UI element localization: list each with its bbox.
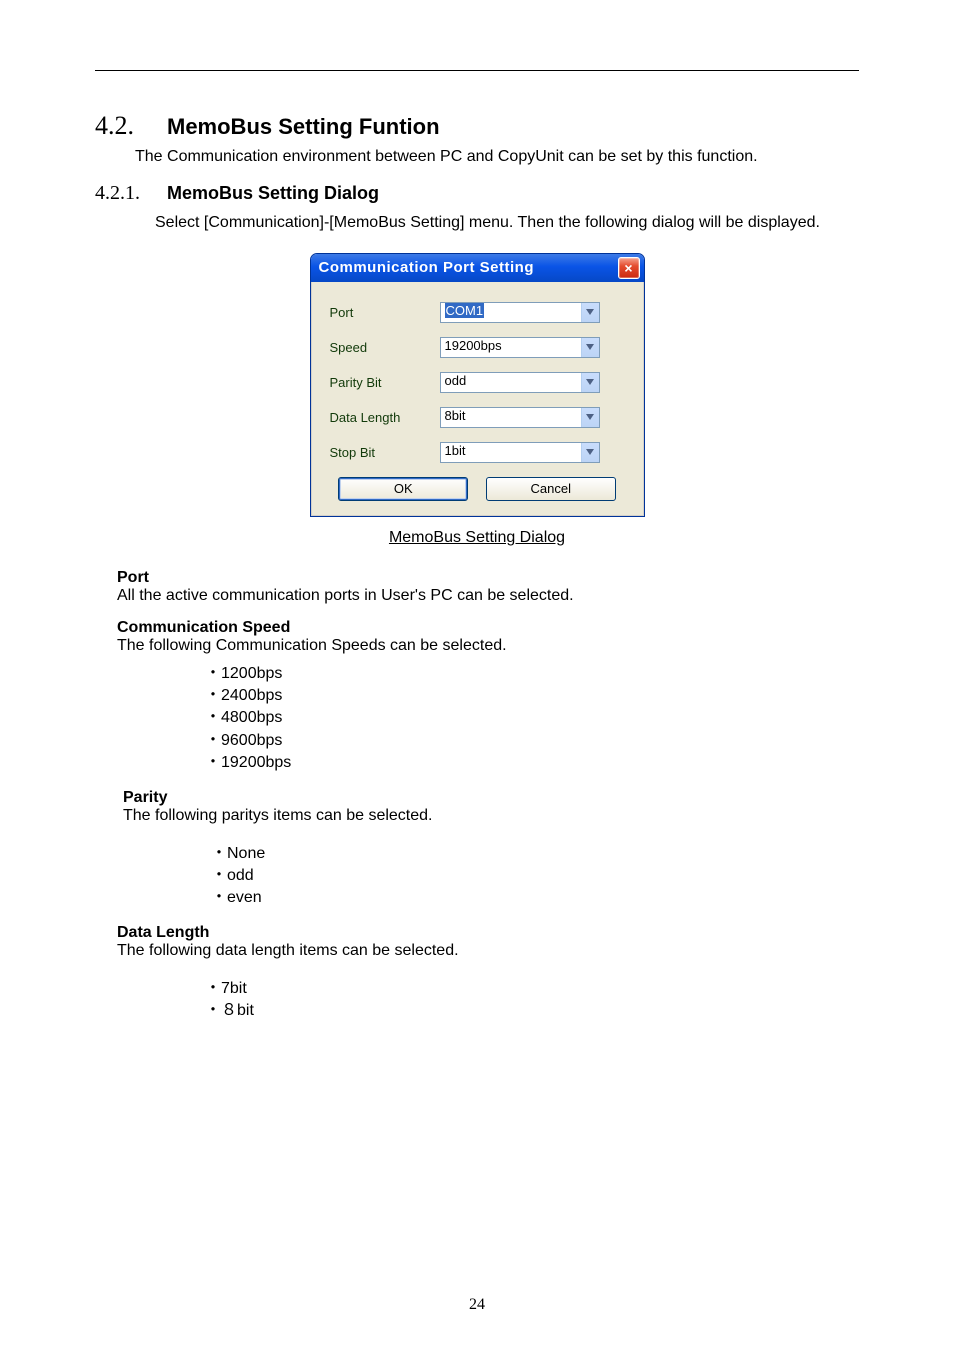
datalen-heading: Data Length — [117, 924, 859, 942]
dialog-title: Communication Port Setting — [319, 259, 535, 276]
datalen-item: ・８bit — [205, 1000, 859, 1022]
parity-item: ・odd — [211, 865, 859, 887]
chevron-down-icon — [581, 338, 599, 357]
parity-heading: Parity — [123, 789, 859, 807]
port-label: Port — [330, 305, 440, 320]
close-button[interactable]: × — [618, 257, 640, 279]
dialog-titlebar: Communication Port Setting × — [311, 254, 644, 282]
speed-item: ・2400bps — [205, 685, 859, 707]
stopbit-label: Stop Bit — [330, 445, 440, 460]
port-heading: Port — [117, 569, 859, 587]
port-desc: All the active communication ports in Us… — [117, 587, 859, 605]
parity-dropdown[interactable]: odd — [440, 372, 600, 393]
port-dropdown[interactable]: COM1 — [440, 302, 600, 323]
section-title: MemoBus Setting Funtion — [167, 114, 440, 140]
chevron-down-icon — [581, 443, 599, 462]
parity-desc: The following paritys items can be selec… — [123, 807, 859, 825]
speed-desc: The following Communication Speeds can b… — [117, 637, 859, 655]
speed-heading: Communication Speed — [117, 619, 859, 637]
ok-button[interactable]: OK — [338, 477, 468, 501]
cancel-label: Cancel — [531, 481, 571, 496]
close-icon: × — [624, 260, 632, 276]
chevron-down-icon — [581, 373, 599, 392]
speed-value: 19200bps — [440, 337, 600, 358]
subsection-intro: Select [Communication]-[MemoBus Setting]… — [155, 211, 859, 234]
subsection-title: MemoBus Setting Dialog — [167, 183, 379, 204]
parity-label: Parity Bit — [330, 375, 440, 390]
speed-label: Speed — [330, 340, 440, 355]
cancel-button[interactable]: Cancel — [486, 477, 616, 501]
stopbit-value: 1bit — [440, 442, 600, 463]
datalen-dropdown[interactable]: 8bit — [440, 407, 600, 428]
chevron-down-icon — [581, 408, 599, 427]
speed-item: ・1200bps — [205, 663, 859, 685]
comm-port-dialog: Communication Port Setting × Port COM1 S… — [310, 253, 645, 517]
parity-value: odd — [440, 372, 600, 393]
datalen-desc: The following data length items can be s… — [117, 942, 859, 960]
port-value: COM1 — [445, 303, 485, 318]
parity-item: ・even — [211, 887, 859, 909]
figure-caption: MemoBus Setting Dialog — [95, 529, 859, 547]
subsection-number: 4.2.1. — [95, 182, 167, 205]
horizontal-rule — [95, 70, 859, 71]
speed-item: ・19200bps — [205, 752, 859, 774]
section-intro: The Communication environment between PC… — [135, 146, 859, 168]
dialog-body: Port COM1 Speed 19200bps Parity Bit — [311, 282, 644, 516]
page-number: 24 — [0, 1296, 954, 1314]
section-number: 4.2. — [95, 111, 167, 141]
ok-label: OK — [394, 481, 413, 496]
datalen-label: Data Length — [330, 410, 440, 425]
stopbit-dropdown[interactable]: 1bit — [440, 442, 600, 463]
speed-dropdown[interactable]: 19200bps — [440, 337, 600, 358]
chevron-down-icon — [581, 303, 599, 322]
speed-item: ・4800bps — [205, 707, 859, 729]
parity-item: ・None — [211, 843, 859, 865]
speed-item: ・9600bps — [205, 730, 859, 752]
datalen-item: ・7bit — [205, 978, 859, 1000]
datalen-value: 8bit — [440, 407, 600, 428]
